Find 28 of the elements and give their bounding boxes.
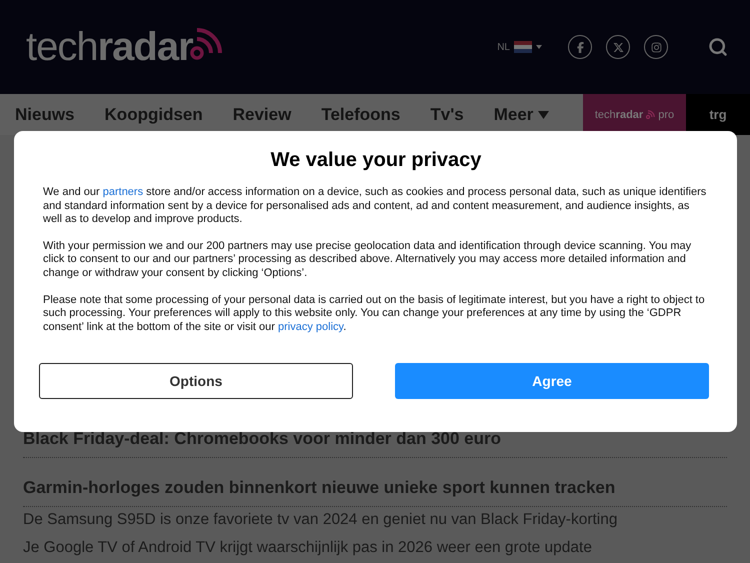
search-icon[interactable] — [708, 37, 728, 57]
flag-icon[interactable] — [514, 41, 532, 53]
caret-icon[interactable] — [536, 45, 542, 49]
consent-paragraph: With your permission we and our 200 partners may use precise geolocation data and identification through device scanning. You may click to consent to our and our partners’ processing as described above. Alternatively you may access more detailed information and change or withdraw your consent by clicking ‘Options’. — [43, 240, 692, 281]
nav-item[interactable]: Telefoons — [321, 104, 400, 124]
logo[interactable]: techradar — [26, 24, 223, 70]
facebook-icon[interactable] — [568, 35, 592, 59]
options-button[interactable]: Options — [39, 363, 353, 400]
article-link[interactable]: Je Google TV of Android TV krijgt waarschijnlijk pas in 2026 weer een grote update — [23, 535, 727, 563]
trg-logo[interactable]: trg — [686, 94, 750, 135]
nav-item[interactable]: Nieuws — [15, 104, 75, 124]
signal-icon — [646, 110, 656, 119]
x-icon[interactable] — [606, 35, 630, 59]
consent-paragraph: Please note that some processing of your personal data is carried out on the basis of legitimate interest, but you have a right to object to such processing. Your preferences will apply to this website only. You can change your preferences at any time by using the ‘GDPR consent’ link at the bottom of the site or visit our privacy policy. — [43, 294, 706, 334]
article-headline[interactable]: Garmin-horloges zouden binnenkort nieuwe unieke sport kunnen tracken — [23, 470, 727, 507]
agree-button[interactable]: Agree — [395, 363, 709, 400]
consent-paragraph: We and our partners store and/or access information on a device, such as cookies and process personal data, such as unique identifiers and standard information sent by a device for personalised ads and content, ad and content measurement, and audience insights, as well as to develop and improve products. — [43, 186, 708, 227]
text-link[interactable]: partners — [102, 186, 144, 198]
instagram-icon[interactable] — [644, 35, 668, 59]
dialog-title: We value your privacy — [270, 149, 482, 172]
text-link[interactable]: privacy policy — [278, 320, 344, 333]
language-label[interactable]: NL — [497, 42, 510, 52]
nav-item[interactable]: Koopgidsen — [104, 104, 203, 124]
nav-item[interactable]: Tv's — [430, 104, 464, 124]
article-link[interactable]: De Samsung S95D is onze favoriete tv van 2024 en geniet nu van Black Friday-korting — [23, 507, 727, 535]
nav-item[interactable]: Meer — [494, 104, 550, 124]
nav-item[interactable]: Review — [232, 104, 292, 124]
caret-icon — [538, 110, 550, 118]
